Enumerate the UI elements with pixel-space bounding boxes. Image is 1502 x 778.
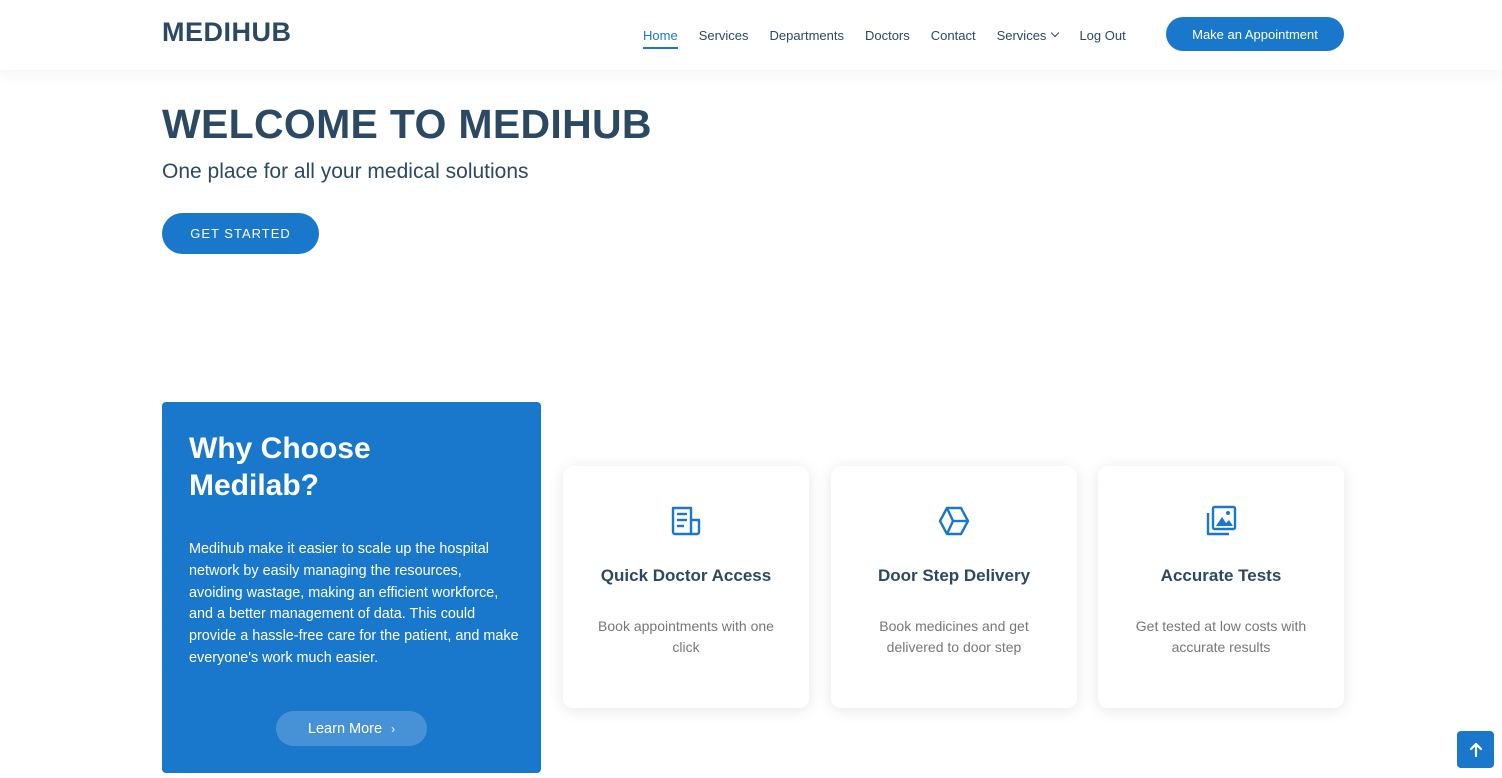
feature-title: Quick Doctor Access [600, 566, 772, 585]
arrow-up-icon [1469, 742, 1482, 757]
nav-doctors[interactable]: Doctors [865, 20, 910, 50]
get-started-button[interactable]: GET STARTED [162, 213, 319, 254]
site-header: MEDIHUB Home Services Departments Doctor… [0, 0, 1502, 70]
main-nav: Home Services Departments Doctors Contac… [643, 0, 1147, 70]
images-icon [1206, 505, 1237, 536]
learn-more-label: Learn More [307, 720, 383, 737]
hero-title: WELCOME TO MEDIHUB [162, 101, 652, 147]
feature-card-doctor-access: Quick Doctor Access Book appointments wi… [563, 466, 809, 708]
nav-doctors-label: Doctors [864, 27, 910, 43]
learn-more-button[interactable]: Learn More › [276, 711, 427, 746]
feature-card-tests: Accurate Tests Get tested at low costs w… [1098, 466, 1344, 708]
feature-text: Get tested at low costs with accurate re… [1135, 618, 1307, 655]
hero-subtitle: One place for all your medical solutions [162, 160, 529, 183]
feature-card-delivery: Door Step Delivery Book medicines and ge… [831, 466, 1077, 708]
chevron-right-icon: › [391, 721, 396, 736]
feature-title: Door Step Delivery [877, 566, 1031, 585]
why-title: Why Choose Medilab? [189, 432, 371, 502]
nav-departments-label: Departments [769, 27, 844, 43]
why-choose-box: Why Choose Medilab? Medihub make it easi… [162, 402, 541, 773]
back-to-top-button[interactable] [1457, 731, 1494, 768]
nav-home-label: Home [643, 27, 678, 43]
site-logo[interactable]: MEDIHUB [162, 17, 292, 48]
why-text: Medihub make it easier to scale up the h… [189, 541, 519, 666]
nav-services-dropdown-label: Services [996, 27, 1047, 43]
nav-services-dropdown[interactable]: Services [996, 20, 1060, 50]
feature-title: Accurate Tests [1160, 566, 1282, 585]
nav-logout[interactable]: Log Out [1079, 20, 1125, 50]
receipt-icon [671, 506, 701, 536]
nav-logout-label: Log Out [1079, 27, 1126, 43]
nav-departments[interactable]: Departments [770, 20, 844, 50]
nav-contact-label: Contact [930, 27, 976, 43]
nav-services-label: Services [698, 27, 749, 43]
nav-home[interactable]: Home [643, 20, 678, 50]
feature-text: Book medicines and get delivered to door… [879, 618, 1029, 655]
nav-services[interactable]: Services [699, 20, 749, 50]
nav-contact[interactable]: Contact [931, 20, 976, 50]
cube-icon [938, 506, 970, 536]
feature-text: Book appointments with one click [598, 618, 774, 655]
chevron-down-icon [1051, 28, 1060, 38]
make-appointment-button[interactable]: Make an Appointment [1166, 17, 1344, 51]
